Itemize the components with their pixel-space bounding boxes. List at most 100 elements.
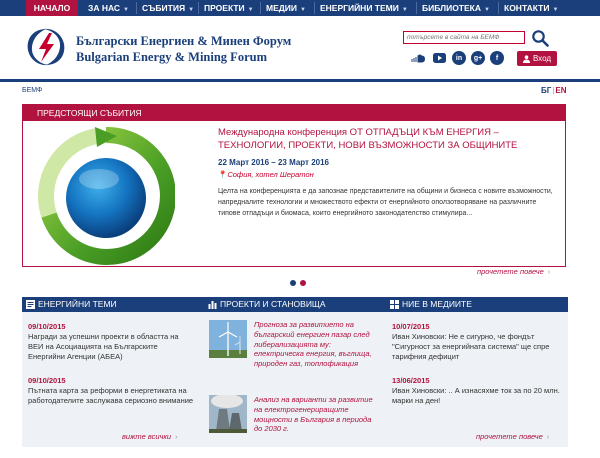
energy-topics-panel: ЕНЕРГИЙНИ ТЕМИ 09/10/2015 Награди за усп… xyxy=(22,297,204,447)
energy-topics-heading: ЕНЕРГИЙНИ ТЕМИ xyxy=(22,297,204,312)
media-read-more-link[interactable]: прочетете повече › xyxy=(476,432,549,441)
top-navigation: НАЧАЛО ЗА НАС ▼ СЪБИТИЯ ▼ ПРОЕКТИ ▼ МЕДИИ ▼ … xyxy=(0,0,600,16)
events-read-more-link[interactable]: прочетете повече › xyxy=(477,267,550,276)
list-item[interactable]: 09/10/2015 Награди за успешни проекти в … xyxy=(28,322,196,362)
nav-divider xyxy=(416,2,417,14)
grid-icon xyxy=(390,300,399,309)
facebook-icon[interactable]: f xyxy=(490,51,504,65)
nav-label: КОНТАКТИ xyxy=(504,3,550,13)
projects-panel: ПРОЕКТИ И СТАНОВИЩА Прогноза за развитие… xyxy=(204,297,386,447)
news-icon xyxy=(26,300,35,309)
nav-item-about[interactable]: ЗА НАС ▼ xyxy=(88,0,129,16)
carousel-dot-2[interactable] xyxy=(300,280,306,286)
nav-item-media[interactable]: МЕДИИ ▼ xyxy=(266,0,306,16)
nav-item-energy-topics[interactable]: ЕНЕРГИЙНИ ТЕМИ ▼ xyxy=(320,0,408,16)
project-text[interactable]: Прогноза за развитието на българский ене… xyxy=(254,320,379,369)
googleplus-icon[interactable]: g+ xyxy=(471,51,485,65)
search-icon[interactable] xyxy=(531,29,549,47)
chevron-down-icon: ▼ xyxy=(123,7,129,13)
event-title[interactable]: Международна конференция ОТ ОТПАДЪЦИ КЪМ… xyxy=(218,127,538,152)
header-divider xyxy=(0,79,600,82)
news-text[interactable]: Пътната карта за реформи в енергетиката … xyxy=(28,386,196,406)
nav-label: НАЧАЛО xyxy=(33,3,71,13)
soundcloud-icon[interactable] xyxy=(411,51,425,65)
event-location: 📍София, хотел Шератон xyxy=(218,170,314,179)
events-heading: ПРЕДСТОЯЩИ СЪБИТИЯ xyxy=(23,105,565,121)
bemf-logo-icon[interactable] xyxy=(24,25,68,69)
chevron-right-icon: › xyxy=(546,432,550,441)
list-item[interactable]: 09/10/2015 Пътната карта за реформи в ен… xyxy=(28,376,196,406)
project-text[interactable]: Анализ на варианти за развитие на електр… xyxy=(254,395,379,434)
read-more-label: прочетете повече xyxy=(476,432,543,441)
chevron-right-icon: › xyxy=(547,267,551,276)
heading-label: ПРОЕКТИ И СТАНОВИЩА xyxy=(220,299,326,309)
nav-item-projects[interactable]: ПРОЕКТИ ▼ xyxy=(204,0,254,16)
view-all-link[interactable]: вижте всички › xyxy=(122,432,178,441)
news-date: 09/10/2015 xyxy=(28,376,66,385)
lang-bg-link[interactable]: БГ xyxy=(541,86,551,95)
language-switcher: БГ|EN xyxy=(541,86,567,95)
breadcrumb[interactable]: БЕМФ xyxy=(22,87,42,94)
chevron-down-icon: ▼ xyxy=(247,7,254,13)
brand-name-en[interactable]: Bulgarian Energy & Mining Forum xyxy=(76,50,267,65)
nav-label: ЕНЕРГИЙНИ ТЕМИ xyxy=(320,3,399,13)
media-body: 10/07/2015 Иван Хиновски: Не е сигурно, … xyxy=(386,312,568,447)
news-date: 10/07/2015 xyxy=(392,322,430,331)
event-location-text: София, хотел Шератон xyxy=(227,170,314,179)
news-text[interactable]: Иван Хиновски: .. А изнасяхме ток за по … xyxy=(392,386,560,406)
list-item[interactable]: 10/07/2015 Иван Хиновски: Не е сигурно, … xyxy=(392,322,560,362)
chevron-down-icon: ▼ xyxy=(300,7,306,13)
lang-en-link[interactable]: EN xyxy=(555,86,566,95)
location-pin-icon: 📍 xyxy=(218,170,228,179)
nav-divider xyxy=(498,2,499,14)
brand-name-bg[interactable]: Български Енергиен & Минен Форум xyxy=(76,34,291,49)
carousel-dot-1[interactable] xyxy=(290,280,296,286)
heading-label: НИЕ В МЕДИИТЕ xyxy=(402,299,472,309)
nav-label: ПРОЕКТИ xyxy=(204,3,245,13)
nav-label: МЕДИИ xyxy=(266,3,298,13)
nav-item-contacts[interactable]: КОНТАКТИ ▼ xyxy=(504,0,558,16)
event-description: Целта на конференцията е да запознае пре… xyxy=(218,188,553,217)
nav-label: БИБЛИОТЕКА xyxy=(422,3,481,13)
list-item[interactable]: Анализ на варианти за развитие на електр… xyxy=(209,395,381,453)
user-icon xyxy=(522,54,530,63)
youtube-icon[interactable] xyxy=(432,51,446,65)
media-heading: НИЕ В МЕДИИТЕ xyxy=(386,297,568,312)
chevron-down-icon: ▼ xyxy=(552,7,559,13)
nav-item-library[interactable]: БИБЛИОТЕКА ▼ xyxy=(422,0,490,16)
event-date: 22 Март 2016 – 23 Март 2016 xyxy=(218,158,329,167)
chart-icon xyxy=(208,301,217,309)
upcoming-events-panel: ПРЕДСТОЯЩИ СЪБИТИЯ Международна конферен… xyxy=(22,104,566,267)
energy-topics-body: 09/10/2015 Награди за успешни проекти в … xyxy=(22,312,204,447)
media-panel: НИЕ В МЕДИИТЕ 10/07/2015 Иван Хиновски: … xyxy=(386,297,568,447)
chevron-down-icon: ▼ xyxy=(188,7,195,13)
news-date: 09/10/2015 xyxy=(28,322,66,331)
login-label: Вход xyxy=(532,54,552,63)
news-text[interactable]: Иван Хиновски: Не е сигурно, че фондът "… xyxy=(392,332,560,362)
login-button[interactable]: Вход xyxy=(517,51,557,66)
nav-label: СЪБИТИЯ xyxy=(142,3,186,13)
nav-divider xyxy=(198,2,199,14)
nav-item-home[interactable]: НАЧАЛО xyxy=(26,0,78,16)
linkedin-icon[interactable]: in xyxy=(452,51,466,65)
projects-body: Прогноза за развитието на българский ене… xyxy=(204,312,386,447)
power-plant-image[interactable] xyxy=(209,395,247,433)
read-more-label: прочетете повече xyxy=(477,267,544,276)
event-image[interactable] xyxy=(37,127,175,265)
chevron-down-icon: ▼ xyxy=(484,7,490,13)
list-item[interactable]: Прогноза за развитието на българский ене… xyxy=(209,320,381,378)
nav-divider xyxy=(314,2,315,14)
news-date: 13/06/2015 xyxy=(392,376,430,385)
nav-divider xyxy=(136,2,137,14)
chevron-down-icon: ▼ xyxy=(401,7,408,13)
heading-label: ЕНЕРГИЙНИ ТЕМИ xyxy=(38,299,117,309)
projects-heading: ПРОЕКТИ И СТАНОВИЩА xyxy=(204,297,386,312)
news-text[interactable]: Награди за успешни проекти в областта на… xyxy=(28,332,196,362)
chevron-right-icon: › xyxy=(175,432,178,441)
search-input[interactable] xyxy=(403,31,525,44)
view-all-label: вижте всички xyxy=(122,432,172,441)
nav-label: ЗА НАС xyxy=(88,3,121,13)
list-item[interactable]: 13/06/2015 Иван Хиновски: .. А изнасяхме… xyxy=(392,376,560,406)
nav-item-events[interactable]: СЪБИТИЯ ▼ xyxy=(142,0,194,16)
wind-turbine-image[interactable] xyxy=(209,320,247,358)
